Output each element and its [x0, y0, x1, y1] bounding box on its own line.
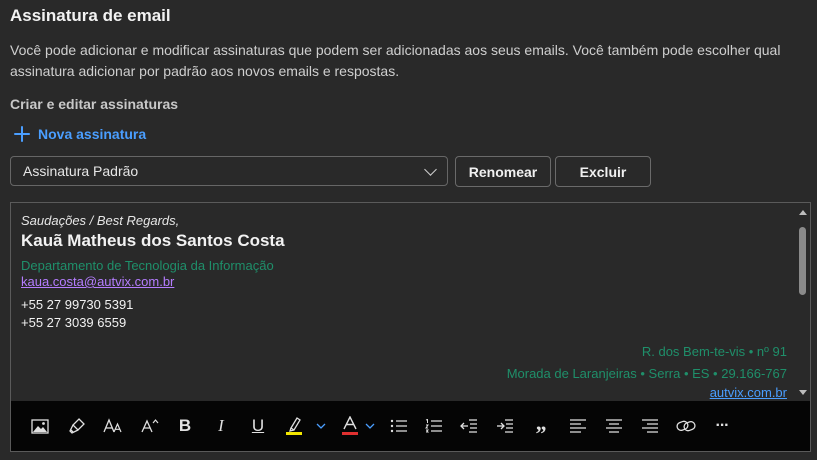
scroll-thumb[interactable]: [799, 227, 806, 295]
editor-scrollbar[interactable]: [796, 203, 810, 401]
delete-button[interactable]: Excluir: [555, 156, 651, 187]
signature-editor[interactable]: Saudações / Best Regards, Kauã Matheus d…: [10, 202, 811, 452]
format-painter-icon[interactable]: [66, 413, 88, 439]
font-color-dropdown-chevron-icon[interactable]: [364, 413, 376, 439]
more-icon[interactable]: ···: [711, 413, 733, 439]
signature-address-1: R. dos Bem-te-vis • nº 91: [641, 344, 787, 359]
signature-content[interactable]: Saudações / Best Regards, Kauã Matheus d…: [21, 213, 787, 400]
signature-greeting: Saudações / Best Regards,: [21, 213, 180, 228]
highlight-dropdown-chevron-icon[interactable]: [315, 413, 327, 439]
signature-department: Departamento de Tecnologia da Informação: [21, 258, 274, 273]
link-icon[interactable]: [674, 413, 698, 439]
bullets-icon[interactable]: [388, 413, 410, 439]
page-description: Você pode adicionar e modificar assinatu…: [10, 42, 781, 79]
insert-picture-icon[interactable]: [29, 413, 51, 439]
signature-phone-2: +55 27 3039 6559: [21, 315, 127, 330]
signature-select-value: Assinatura Padrão: [23, 163, 139, 179]
bold-icon[interactable]: B: [175, 413, 195, 439]
align-center-icon[interactable]: [603, 413, 625, 439]
font-size-icon[interactable]: [101, 413, 125, 439]
signature-website-link[interactable]: autvix.com.br: [21, 385, 787, 400]
signature-phone-1: +55 27 99730 5391: [21, 297, 134, 312]
signature-address-2: Morada de Laranjeiras • Serra • ES • 29.…: [506, 366, 787, 381]
section-label: Criar e editar assinaturas: [10, 96, 179, 112]
underline-icon[interactable]: U: [247, 413, 269, 439]
align-left-icon[interactable]: [567, 413, 589, 439]
signature-name: Kauã Matheus dos Santos Costa: [21, 231, 285, 250]
signature-select[interactable]: Assinatura Padrão: [10, 156, 448, 186]
scroll-up-icon[interactable]: [799, 210, 807, 215]
superscript-size-icon[interactable]: [138, 413, 162, 439]
decrease-indent-icon[interactable]: [458, 413, 480, 439]
quote-icon[interactable]: ”: [531, 413, 551, 447]
font-color-icon[interactable]: [339, 413, 361, 439]
align-right-icon[interactable]: [639, 413, 661, 439]
italic-icon[interactable]: I: [211, 413, 231, 439]
signature-email-link[interactable]: kaua.costa@autvix.com.br: [21, 274, 174, 289]
numbering-icon[interactable]: [423, 413, 445, 439]
rename-button[interactable]: Renomear: [455, 156, 551, 187]
chevron-down-icon: [424, 163, 437, 176]
scroll-down-icon[interactable]: [799, 390, 807, 395]
increase-indent-icon[interactable]: [494, 413, 516, 439]
page-title: Assinatura de email: [10, 6, 171, 25]
format-toolbar: B I U ” ···: [11, 401, 810, 451]
plus-icon: [12, 124, 32, 144]
highlight-icon[interactable]: [283, 413, 305, 439]
new-signature-label: Nova assinatura: [38, 126, 147, 142]
new-signature-button[interactable]: Nova assinatura: [12, 124, 146, 144]
